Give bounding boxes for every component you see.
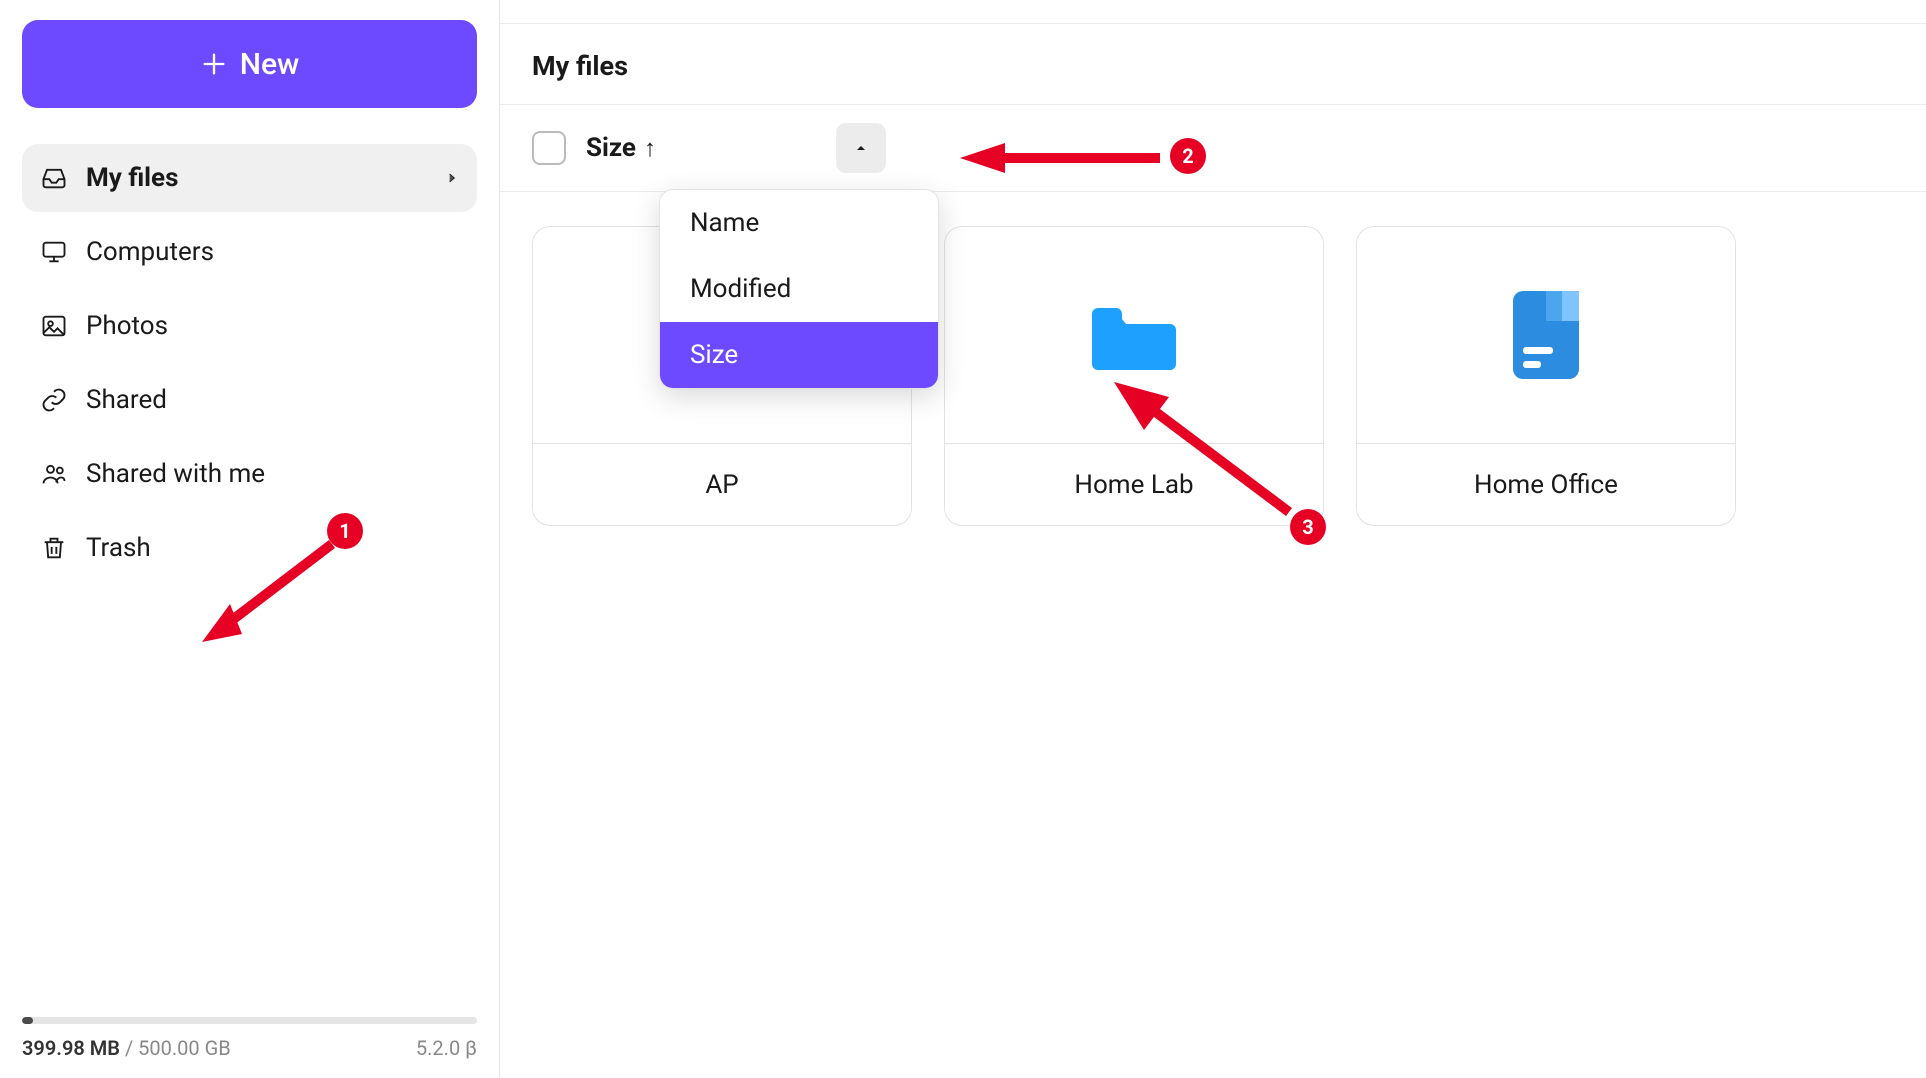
image-icon (40, 312, 68, 340)
sidebar-item-label: Shared with me (86, 459, 265, 489)
new-button-label: New (240, 47, 300, 82)
select-all-checkbox[interactable] (532, 131, 566, 165)
sidebar-item-trash[interactable]: Trash (22, 514, 477, 582)
sort-dropdown-menu: Name Modified Size (659, 189, 939, 389)
trash-icon (40, 534, 68, 562)
toolbar: Size ↑ Name Modified Size (500, 104, 1926, 192)
sidebar-item-my-files[interactable]: My files (22, 144, 477, 212)
sidebar-item-label: Shared (86, 385, 167, 415)
file-name: Home Lab (945, 443, 1323, 525)
caret-up-icon (853, 140, 869, 156)
header: My files (500, 24, 1926, 104)
chevron-right-icon (445, 171, 459, 185)
sidebar-item-computers[interactable]: Computers (22, 218, 477, 286)
link-icon (40, 386, 68, 414)
topbar (500, 0, 1926, 24)
sidebar-item-label: Trash (86, 533, 151, 563)
file-icon (1513, 291, 1579, 379)
sidebar-item-label: Computers (86, 237, 214, 267)
storage-bar (22, 1017, 477, 1024)
plus-icon (200, 50, 228, 78)
storage-meter: 399.98 MB / 500.00 GB 5.2.0 β (22, 1017, 477, 1060)
sidebar-item-label: My files (86, 163, 178, 193)
sort-toggle[interactable]: Size ↑ (586, 133, 656, 163)
sidebar-item-photos[interactable]: Photos (22, 292, 477, 360)
sort-label-text: Size (586, 133, 636, 163)
sort-option-modified[interactable]: Modified (660, 256, 938, 322)
folder-card[interactable]: Home Lab (944, 226, 1324, 526)
sidebar-item-shared-with-me[interactable]: Shared with me (22, 440, 477, 508)
storage-used: 399.98 MB (22, 1036, 120, 1060)
storage-sep: / (120, 1036, 138, 1060)
arrow-up-icon: ↑ (644, 134, 656, 163)
group-icon (40, 460, 68, 488)
storage-fill (22, 1017, 33, 1024)
sidebar-item-label: Photos (86, 311, 168, 341)
storage-total: 500.00 GB (138, 1036, 231, 1060)
main: My files Size ↑ Name Modified Size AP (500, 0, 1926, 1078)
folder-icon (1092, 300, 1176, 370)
page-title: My files (532, 50, 1894, 82)
file-name: Home Office (1357, 443, 1735, 525)
file-name: AP (533, 443, 911, 525)
file-card[interactable]: Home Office (1356, 226, 1736, 526)
sidebar-item-shared[interactable]: Shared (22, 366, 477, 434)
inbox-icon (40, 164, 68, 192)
storage-text: 399.98 MB / 500.00 GB 5.2.0 β (22, 1036, 477, 1060)
version: 5.2.0 β (416, 1036, 477, 1060)
sort-option-size[interactable]: Size (660, 322, 938, 388)
sidebar: New My files Computers Photos Shared Sha… (0, 0, 500, 1078)
nav: My files Computers Photos Shared Shared … (22, 144, 477, 987)
sort-option-name[interactable]: Name (660, 190, 938, 256)
sort-dropdown-button[interactable] (836, 123, 886, 173)
new-button[interactable]: New (22, 20, 477, 108)
monitor-icon (40, 238, 68, 266)
